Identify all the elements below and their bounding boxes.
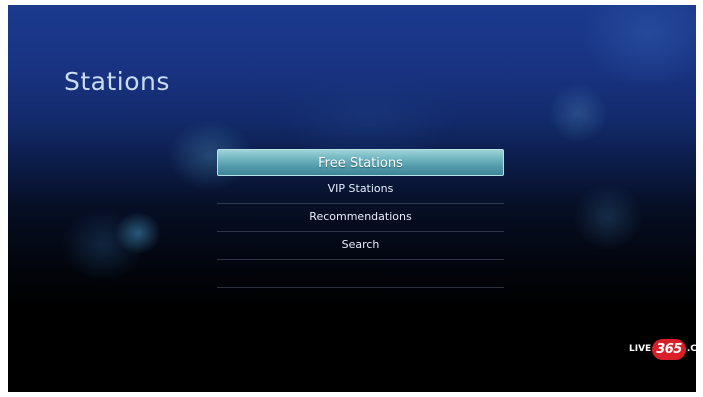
menu-item-search[interactable]: Search xyxy=(217,232,504,260)
live365-logo: LIVE 365 .COM xyxy=(629,336,703,362)
page-title: Stations xyxy=(64,67,170,96)
logo-prefix: LIVE xyxy=(629,344,652,354)
logo-number-badge: 365 xyxy=(652,338,686,360)
logo-suffix: .COM xyxy=(686,344,703,354)
menu-item-recommendations[interactable]: Recommendations xyxy=(217,204,504,232)
menu-item-free-stations[interactable]: Free Stations xyxy=(217,149,504,176)
menu-item-empty xyxy=(217,260,504,288)
stations-menu: Free Stations VIP Stations Recommendatio… xyxy=(217,149,504,288)
tv-screen: Stations Free Stations VIP Stations Reco… xyxy=(8,5,703,392)
menu-item-vip-stations[interactable]: VIP Stations xyxy=(217,176,504,204)
